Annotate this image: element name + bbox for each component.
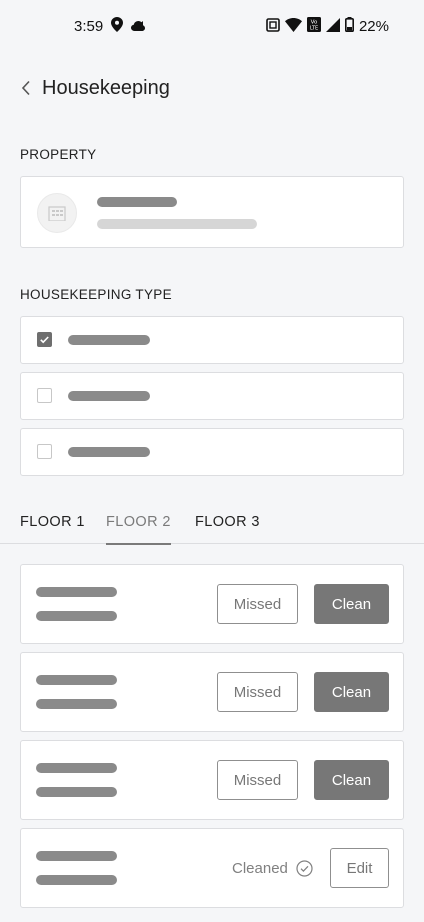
location-pin-icon bbox=[111, 17, 124, 36]
room-detail-placeholder bbox=[36, 787, 117, 797]
room-name-placeholder bbox=[36, 675, 117, 685]
building-icon bbox=[37, 193, 77, 233]
cleaned-label: Cleaned bbox=[232, 860, 288, 877]
option-label-placeholder bbox=[68, 447, 150, 457]
svg-text:LTE: LTE bbox=[310, 26, 318, 32]
room-detail-placeholder bbox=[36, 699, 117, 709]
checkbox-unchecked[interactable] bbox=[37, 444, 52, 459]
option-label-placeholder bbox=[68, 335, 150, 345]
checkbox-unchecked[interactable] bbox=[37, 388, 52, 403]
page-title: Housekeeping bbox=[42, 76, 170, 99]
page-header: Housekeeping bbox=[20, 74, 170, 102]
signal-icon bbox=[325, 17, 340, 36]
housekeeping-type-option[interactable] bbox=[20, 316, 404, 364]
room-detail-placeholder bbox=[36, 611, 117, 621]
status-right: Vo LTE 22% bbox=[266, 17, 389, 36]
housekeeping-type-option[interactable] bbox=[20, 372, 404, 420]
property-address-placeholder bbox=[97, 219, 257, 229]
room-card: Missed Clean bbox=[20, 652, 404, 732]
housekeeping-type-section-label: HOUSEKEEPING TYPE bbox=[20, 287, 172, 302]
missed-button[interactable]: Missed bbox=[217, 672, 298, 712]
status-bar: 3:59 Vo LTE 22% bbox=[0, 0, 424, 52]
checkmark-icon bbox=[40, 336, 49, 344]
volte-icon: Vo LTE bbox=[306, 17, 321, 36]
nfc-icon bbox=[266, 17, 280, 36]
battery-icon bbox=[344, 17, 354, 36]
edit-button[interactable]: Edit bbox=[330, 848, 389, 888]
room-card: Missed Clean bbox=[20, 564, 404, 644]
battery-percent: 22% bbox=[358, 18, 389, 35]
property-card[interactable] bbox=[20, 176, 404, 248]
option-label-placeholder bbox=[68, 391, 150, 401]
status-left: 3:59 bbox=[74, 17, 146, 36]
wifi-icon bbox=[284, 17, 302, 36]
room-detail-placeholder bbox=[36, 875, 117, 885]
missed-button[interactable]: Missed bbox=[217, 760, 298, 800]
tab-floor-2[interactable]: FLOOR 2 bbox=[106, 514, 171, 545]
housekeeping-type-option[interactable] bbox=[20, 428, 404, 476]
clean-button[interactable]: Clean bbox=[314, 760, 389, 800]
room-card: Missed Clean bbox=[20, 740, 404, 820]
status-time: 3:59 bbox=[74, 18, 104, 35]
property-section-label: PROPERTY bbox=[20, 147, 97, 162]
tab-floor-3[interactable]: FLOOR 3 bbox=[195, 514, 260, 543]
room-name-placeholder bbox=[36, 587, 117, 597]
room-card: Cleaned Edit bbox=[20, 828, 404, 908]
room-name-placeholder bbox=[36, 851, 117, 861]
clean-button[interactable]: Clean bbox=[314, 584, 389, 624]
checkbox-checked[interactable] bbox=[37, 332, 52, 347]
floor-tabs: FLOOR 1 FLOOR 2 FLOOR 3 bbox=[0, 508, 424, 545]
property-name-placeholder bbox=[97, 197, 177, 207]
missed-button[interactable]: Missed bbox=[217, 584, 298, 624]
cloud-icon bbox=[131, 18, 146, 35]
clean-button[interactable]: Clean bbox=[314, 672, 389, 712]
check-circle-icon bbox=[296, 860, 313, 877]
cleaned-status: Cleaned bbox=[232, 860, 313, 877]
tab-floor-1[interactable]: FLOOR 1 bbox=[20, 514, 85, 543]
chevron-left-icon[interactable] bbox=[20, 80, 32, 96]
room-name-placeholder bbox=[36, 763, 117, 773]
